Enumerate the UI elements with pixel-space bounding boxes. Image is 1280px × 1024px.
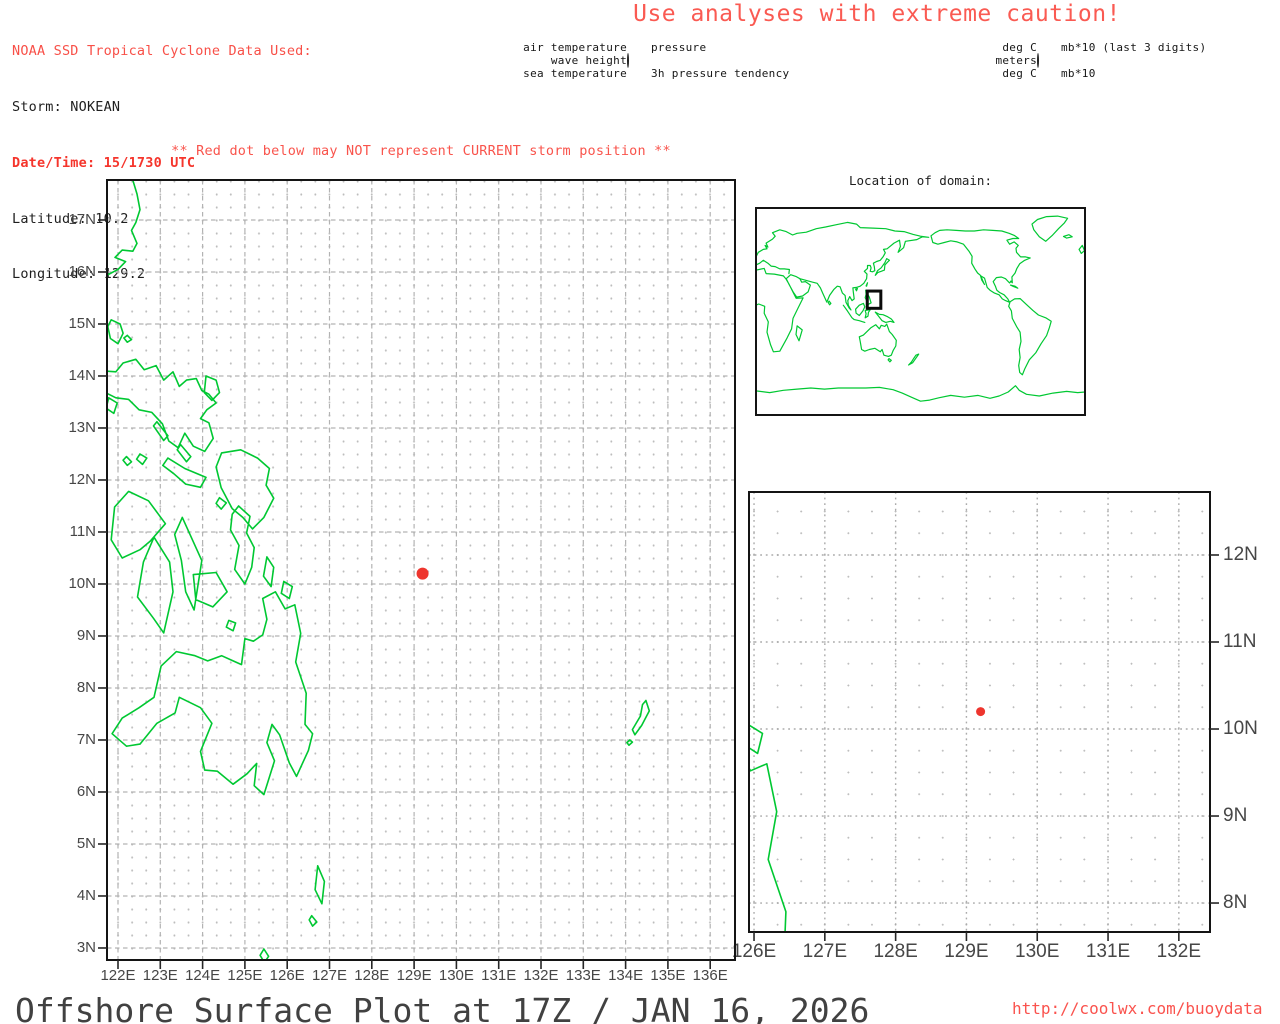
- station-circle-icon: [627, 53, 629, 68]
- inset-title: Location of domain:: [849, 173, 992, 188]
- tick-label: 3N: [76, 938, 96, 956]
- tick-label: 8N: [76, 678, 96, 696]
- station-model-legend-left: air temperature pressure wave height sea…: [519, 41, 821, 80]
- tick-label: 129E: [944, 941, 989, 962]
- zoom-map: [749, 492, 1210, 932]
- tick-label: 131E: [1085, 941, 1131, 962]
- legend-air-temp-label: air temperature: [523, 41, 627, 54]
- legend-meters-label: meters: [995, 54, 1037, 67]
- tick-label: 128E: [873, 941, 918, 962]
- tick-label: 12N: [68, 470, 96, 488]
- tick-label: 15N: [68, 314, 96, 332]
- legend-degc-label: deg C: [1002, 41, 1037, 54]
- tick-label: 126E: [731, 941, 777, 962]
- info-title: NOAA SSD Tropical Cyclone Data Used:: [12, 43, 312, 60]
- legend-wave-height-label: wave height: [550, 54, 627, 67]
- main-map: [107, 180, 735, 960]
- tick-label: 4N: [76, 886, 96, 904]
- legend-mb10-digits-label: mb*10 (last 3 digits): [1061, 41, 1207, 54]
- tick-label: 11N: [69, 522, 96, 540]
- source-url[interactable]: http://coolwx.com/buoydata: [1012, 999, 1262, 1018]
- legend-mb10-label: mb*10: [1061, 67, 1096, 80]
- station-circle-icon: [1037, 53, 1039, 68]
- tick-label: 6N: [76, 782, 96, 800]
- tick-label: 130E: [1015, 941, 1060, 962]
- tick-label: 136E: [692, 967, 728, 984]
- tick-label: 9N: [76, 626, 96, 644]
- legend-pressure-tendency-label: 3h pressure tendency: [651, 67, 790, 80]
- world-inset-map: [756, 208, 1085, 415]
- tick-label: 7N: [76, 730, 96, 748]
- legend-degc2-label: deg C: [1002, 67, 1037, 80]
- caution-heading: Use analyses with extreme caution!: [633, 1, 1121, 27]
- tick-label: 12N: [1223, 543, 1258, 565]
- tick-label: 127E: [802, 941, 848, 962]
- tick-label: 17N: [68, 210, 96, 228]
- tick-label: 8N: [1223, 892, 1248, 914]
- tick-label: 10N: [68, 574, 96, 592]
- tick-label: 11N: [1223, 631, 1257, 652]
- tick-label: 14N: [68, 366, 96, 384]
- tick-label: 9N: [1223, 805, 1248, 827]
- tick-label: 132E: [1156, 941, 1202, 962]
- info-storm: Storm: NOKEAN: [12, 98, 121, 115]
- legend-sea-temp-label: sea temperature: [523, 67, 627, 80]
- legend-pressure-label: pressure: [651, 41, 707, 54]
- tick-label: 16N: [68, 262, 96, 280]
- plot-title: Offshore Surface Plot at 17Z / JAN 16, 2…: [15, 991, 870, 1024]
- offshore-surface-plot-page: NOAA SSD Tropical Cyclone Data Used: Sto…: [0, 0, 1280, 1024]
- tick-label: 10N: [1223, 718, 1258, 739]
- station-model-legend-right: deg C mb*10 (last 3 digits) meters deg C…: [985, 41, 1251, 80]
- storm-position-warning: ** Red dot below may NOT represent CURRE…: [171, 143, 671, 159]
- tick-label: 13N: [68, 418, 96, 436]
- tick-label: 5N: [76, 834, 96, 852]
